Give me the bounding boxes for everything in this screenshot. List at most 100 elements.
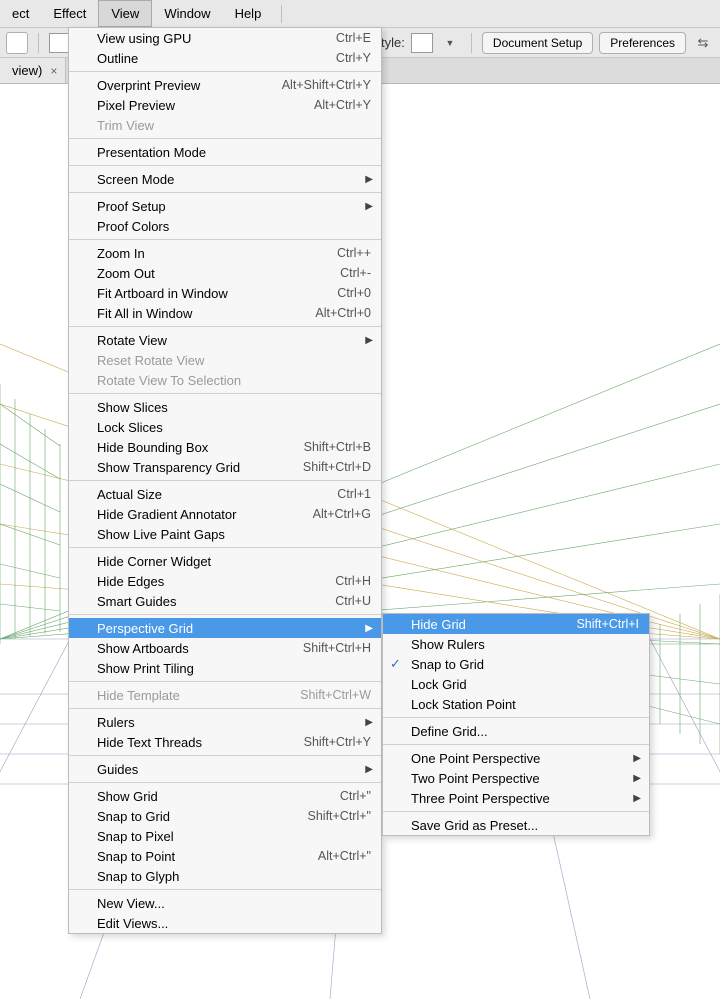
view-menu-item-lock-slices[interactable]: Lock Slices — [69, 417, 381, 437]
menu-item-select-trunc[interactable]: ect — [0, 1, 41, 26]
view-menu-item-proof-setup[interactable]: Proof Setup▶ — [69, 196, 381, 216]
menu-item-label: Hide Template — [97, 688, 300, 703]
menu-item-shortcut: Ctrl+1 — [337, 487, 371, 501]
perspective-submenu-item-snap-to-grid[interactable]: ✓Snap to Grid — [383, 654, 649, 674]
view-menu-item-zoom-in[interactable]: Zoom InCtrl++ — [69, 243, 381, 263]
perspective-grid-submenu: Hide GridShift+Ctrl+IShow Rulers✓Snap to… — [382, 613, 650, 836]
view-menu-item-perspective-grid[interactable]: Perspective Grid▶ — [69, 618, 381, 638]
menu-item-label: Actual Size — [97, 487, 337, 502]
menu-item-label: Show Grid — [97, 789, 340, 804]
view-menu: View using GPUCtrl+EOutlineCtrl+Y Overpri… — [68, 27, 382, 934]
menu-item-label: Hide Corner Widget — [97, 554, 371, 569]
menu-item-view[interactable]: View — [98, 0, 152, 27]
menubar: ect Effect View Window Help — [0, 0, 720, 28]
view-menu-item-guides[interactable]: Guides▶ — [69, 759, 381, 779]
menu-item-label: Show Slices — [97, 400, 371, 415]
view-menu-item-rotate-view[interactable]: Rotate View▶ — [69, 330, 381, 350]
menu-item-label: Snap to Pixel — [97, 829, 371, 844]
view-menu-item-snap-to-point[interactable]: Snap to PointAlt+Ctrl+" — [69, 846, 381, 866]
menu-item-shortcut: Ctrl+U — [335, 594, 371, 608]
view-menu-item-rulers[interactable]: Rulers▶ — [69, 712, 381, 732]
menu-item-help[interactable]: Help — [223, 1, 274, 26]
close-icon[interactable]: × — [50, 64, 57, 78]
menu-item-window[interactable]: Window — [152, 1, 222, 26]
view-menu-item-hide-gradient-annotator[interactable]: Hide Gradient AnnotatorAlt+Ctrl+G — [69, 504, 381, 524]
perspective-submenu-item-one-point-perspective[interactable]: One Point Perspective▶ — [383, 748, 649, 768]
view-menu-item-actual-size[interactable]: Actual SizeCtrl+1 — [69, 484, 381, 504]
menu-item-shortcut: Ctrl+E — [336, 31, 371, 45]
perspective-submenu-item-hide-grid[interactable]: Hide GridShift+Ctrl+I — [383, 614, 649, 634]
panel-toggle-icon[interactable]: ⇆ — [692, 32, 714, 54]
view-menu-item-presentation-mode[interactable]: Presentation Mode — [69, 142, 381, 162]
view-menu-item-snap-to-glyph[interactable]: Snap to Glyph — [69, 866, 381, 886]
perspective-submenu-item-two-point-perspective[interactable]: Two Point Perspective▶ — [383, 768, 649, 788]
view-menu-item-hide-corner-widget[interactable]: Hide Corner Widget — [69, 551, 381, 571]
view-menu-item-overprint-preview[interactable]: Overprint PreviewAlt+Shift+Ctrl+Y — [69, 75, 381, 95]
view-menu-item-screen-mode[interactable]: Screen Mode▶ — [69, 169, 381, 189]
view-menu-item-proof-colors[interactable]: Proof Colors — [69, 216, 381, 236]
view-menu-item-hide-text-threads[interactable]: Hide Text ThreadsShift+Ctrl+Y — [69, 732, 381, 752]
view-menu-item-hide-bounding-box[interactable]: Hide Bounding BoxShift+Ctrl+B — [69, 437, 381, 457]
menu-item-label: Reset Rotate View — [97, 353, 371, 368]
submenu-arrow-icon: ▶ — [365, 717, 373, 728]
menu-item-shortcut: Alt+Ctrl+Y — [314, 98, 371, 112]
menu-item-label: Show Print Tiling — [97, 661, 371, 676]
view-menu-item-show-slices[interactable]: Show Slices — [69, 397, 381, 417]
perspective-submenu-item-three-point-perspective[interactable]: Three Point Perspective▶ — [383, 788, 649, 808]
view-menu-item-pixel-preview[interactable]: Pixel PreviewAlt+Ctrl+Y — [69, 95, 381, 115]
view-menu-item-trim-view: Trim View — [69, 115, 381, 135]
menu-item-label: Lock Slices — [97, 420, 371, 435]
preferences-button[interactable]: Preferences — [599, 32, 686, 54]
submenu-arrow-icon: ▶ — [633, 753, 641, 764]
submenu-arrow-icon: ▶ — [365, 174, 373, 185]
perspective-submenu-item-define-grid[interactable]: Define Grid... — [383, 721, 649, 741]
view-menu-item-zoom-out[interactable]: Zoom OutCtrl+- — [69, 263, 381, 283]
menu-item-label: Edit Views... — [97, 916, 371, 931]
dropdown-icon[interactable]: ▼ — [439, 32, 461, 54]
menu-separator — [69, 165, 381, 166]
view-menu-item-hide-edges[interactable]: Hide EdgesCtrl+H — [69, 571, 381, 591]
menu-item-shortcut: Alt+Shift+Ctrl+Y — [282, 78, 371, 92]
tool-button[interactable] — [6, 32, 28, 54]
menu-item-label: Overprint Preview — [97, 78, 282, 93]
menu-item-label: Lock Station Point — [411, 697, 639, 712]
menu-item-label: Two Point Perspective — [411, 771, 639, 786]
menu-item-shortcut: Ctrl+Y — [336, 51, 371, 65]
perspective-submenu-item-show-rulers[interactable]: Show Rulers — [383, 634, 649, 654]
menu-item-shortcut: Shift+Ctrl+H — [303, 641, 371, 655]
view-menu-item-view-using-gpu[interactable]: View using GPUCtrl+E — [69, 28, 381, 48]
menu-item-effect[interactable]: Effect — [41, 1, 98, 26]
submenu-arrow-icon: ▶ — [633, 773, 641, 784]
view-menu-item-show-artboards[interactable]: Show ArtboardsShift+Ctrl+H — [69, 638, 381, 658]
view-menu-item-show-transparency-grid[interactable]: Show Transparency GridShift+Ctrl+D — [69, 457, 381, 477]
view-menu-item-show-grid[interactable]: Show GridCtrl+" — [69, 786, 381, 806]
view-menu-item-snap-to-pixel[interactable]: Snap to Pixel — [69, 826, 381, 846]
style-swatch[interactable] — [411, 33, 433, 53]
menu-item-label: Hide Edges — [97, 574, 335, 589]
perspective-submenu-item-save-grid-as-preset[interactable]: Save Grid as Preset... — [383, 815, 649, 835]
document-setup-button[interactable]: Document Setup — [482, 32, 593, 54]
view-menu-item-fit-artboard-in-window[interactable]: Fit Artboard in WindowCtrl+0 — [69, 283, 381, 303]
view-menu-item-show-live-paint-gaps[interactable]: Show Live Paint Gaps — [69, 524, 381, 544]
menu-separator — [69, 71, 381, 72]
menu-separator — [383, 811, 649, 812]
submenu-arrow-icon: ▶ — [365, 335, 373, 346]
view-menu-item-show-print-tiling[interactable]: Show Print Tiling — [69, 658, 381, 678]
view-menu-item-smart-guides[interactable]: Smart GuidesCtrl+U — [69, 591, 381, 611]
menu-item-label: Rotate View — [97, 333, 371, 348]
view-menu-item-snap-to-grid[interactable]: Snap to GridShift+Ctrl+" — [69, 806, 381, 826]
perspective-submenu-item-lock-grid[interactable]: Lock Grid — [383, 674, 649, 694]
check-icon: ✓ — [390, 656, 401, 672]
menu-separator — [69, 393, 381, 394]
view-menu-item-outline[interactable]: OutlineCtrl+Y — [69, 48, 381, 68]
view-menu-item-edit-views[interactable]: Edit Views... — [69, 913, 381, 933]
menu-item-shortcut: Ctrl+- — [340, 266, 371, 280]
view-menu-item-new-view[interactable]: New View... — [69, 893, 381, 913]
menu-item-label: Hide Gradient Annotator — [97, 507, 313, 522]
perspective-submenu-item-lock-station-point[interactable]: Lock Station Point — [383, 694, 649, 714]
document-tab[interactable]: view) × — [0, 58, 66, 83]
view-menu-item-fit-all-in-window[interactable]: Fit All in WindowAlt+Ctrl+0 — [69, 303, 381, 323]
menu-item-shortcut: Ctrl++ — [337, 246, 371, 260]
view-menu-item-hide-template: Hide TemplateShift+Ctrl+W — [69, 685, 381, 705]
menu-item-label: Smart Guides — [97, 594, 335, 609]
